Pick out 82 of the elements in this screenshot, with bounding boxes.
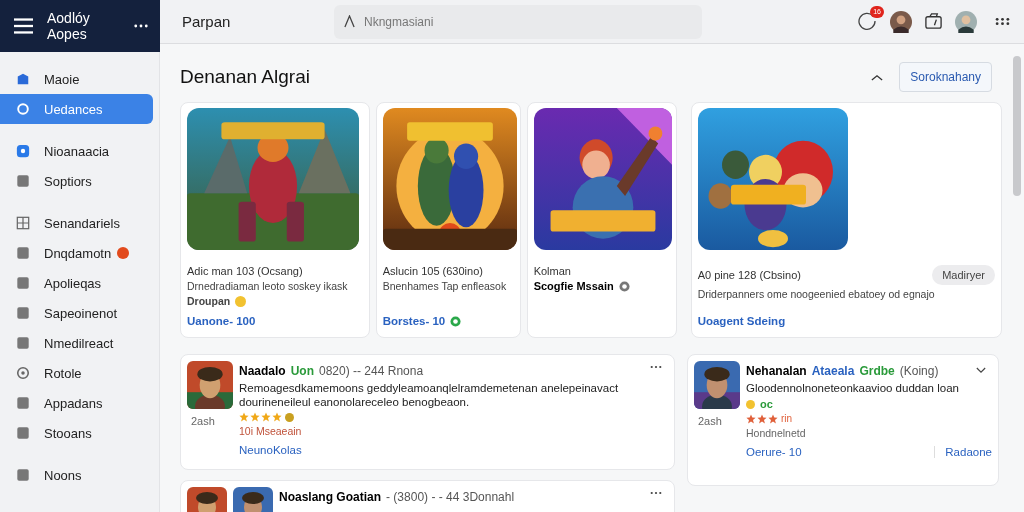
menu-item-icon — [16, 336, 30, 350]
app-title: Adic man 103 (Ocsang) — [187, 265, 303, 277]
review-status: Hondnelnetd — [746, 427, 807, 439]
app-title: Aslucin 105 (630ino) — [382, 265, 483, 277]
more-icon[interactable] — [650, 491, 662, 495]
app-title: A0 pine 128 (Cbsino) — [697, 269, 801, 281]
review-link[interactable]: Oerure- 10 — [746, 446, 802, 458]
app-link[interactable]: Uanone- 100 — [187, 315, 256, 327]
avatar[interactable] — [890, 10, 912, 33]
search-icon — [344, 14, 355, 28]
menu-item-icon — [16, 366, 30, 380]
rating-text: rin — [781, 413, 793, 424]
reviewer-name: Nehanalan — [746, 364, 807, 378]
chevron-down-icon[interactable] — [976, 367, 986, 374]
app-description: Bnenhames Tap enfleasok — [382, 280, 508, 292]
sidebar-item[interactable]: Sapeoinenot — [0, 298, 153, 328]
menu-item-icon — [16, 216, 30, 230]
menu-item-icon — [16, 72, 30, 86]
app-description: Driderpanners ome noogeenied ebatoey od egnajo — [697, 288, 936, 300]
review-text: Gloodennolnoneteonkaavioo duddan loan — [746, 381, 960, 395]
menu-item-icon — [16, 174, 30, 188]
reviewer-tag: Uon — [290, 364, 314, 378]
sidebar-item[interactable]: Dnqdamotn — [0, 238, 153, 268]
sidebar-item[interactable]: Nmedilreact — [0, 328, 153, 358]
app-link[interactable]: Borstes- 10 — [382, 315, 446, 327]
page-title: Parpan — [182, 13, 232, 30]
app-card[interactable]: Adic man 103 (Ocsang) Drnedradiaman leoto soskey ikask Droupan Uanone- 100 — [180, 102, 370, 338]
badge-icon — [450, 315, 462, 327]
review-meta: - (3800) - - 44 3Donnahl — [386, 490, 515, 504]
collapse-icon[interactable] — [871, 73, 884, 81]
review-label: oc — [760, 398, 773, 410]
menu-item-icon — [16, 102, 30, 116]
app-link[interactable]: Uoagent Sdeing — [697, 315, 786, 327]
sidebar-item[interactable]: Nioanaacia — [0, 136, 153, 166]
review-link[interactable]: NeunoKolas — [239, 444, 302, 456]
review-text: Remoagesdkamemoons geddyleamoanqlelramdemetenan anelepeinavact dourineneileul eanonolareceleo benogbeaon. — [239, 381, 620, 409]
apps-icon[interactable] — [995, 17, 1010, 26]
reviewer-name: Noaslang Goatian — [279, 490, 382, 504]
menu-item-icon — [16, 468, 30, 482]
reviewer-tag: Ataeala — [811, 364, 855, 378]
app-card[interactable]: A0 pine 128 (Cbsino) Madiryer Driderpanners ome noogeenied ebatoey od egnajo Uoagent Sdeing — [690, 102, 1002, 338]
sidebar-item[interactable]: Appadans — [0, 388, 153, 418]
menu-icon[interactable] — [14, 18, 33, 34]
sidebar-item[interactable]: Senandariels — [0, 208, 153, 238]
review-count: 2ash — [698, 415, 722, 427]
status-chip[interactable]: Madiryer — [932, 265, 995, 285]
menu-item-icon — [16, 306, 30, 320]
avatar[interactable] — [955, 10, 977, 33]
sidebar-item[interactable]: Soptiors — [0, 166, 153, 196]
app-name: Aopes — [47, 26, 88, 42]
review-meta: 0820) -- 244 Rnona — [319, 364, 424, 378]
reviewer-tag: Grdbe — [859, 364, 895, 378]
section-button[interactable]: Soroknahany — [899, 62, 992, 92]
app-note: Droupan — [187, 295, 231, 307]
app-description: Drnedradiaman leoto soskey ikask — [187, 280, 349, 292]
menu-item-icon — [16, 396, 30, 410]
app-card[interactable]: Kolman Scogfie Mssain — [526, 102, 677, 338]
app-subtitle: Scogfie Mssain — [533, 280, 614, 292]
sidebar-item[interactable]: Stooans — [0, 418, 153, 448]
sidebar-item[interactable]: Apolieqas — [0, 268, 153, 298]
app-card[interactable]: Aslucin 105 (630ino) Bnenhames Tap enfleasok Borstes- 10 — [375, 102, 521, 338]
sidebar-item[interactable]: Rotole — [0, 358, 153, 388]
app-name: Aodlóy — [47, 10, 91, 26]
menu-item-icon — [16, 246, 30, 260]
sidebar-item[interactable]: Uedances — [0, 94, 153, 124]
menu-item-icon — [16, 144, 30, 158]
review-count: 2ash — [191, 415, 215, 427]
review-action[interactable]: Radaone — [934, 446, 992, 458]
section-title: Denanan Algrai — [180, 66, 310, 88]
review-meta: (Koing) — [899, 364, 939, 378]
info-icon — [618, 280, 630, 292]
menu-item-icon — [16, 426, 30, 440]
reviewer-name: Naadalo — [239, 364, 286, 378]
sidebar-item[interactable]: Noons — [0, 460, 153, 490]
menu-item-icon — [16, 276, 30, 290]
note-icon[interactable] — [924, 12, 943, 31]
more-icon[interactable] — [650, 365, 662, 369]
app-title: Kolman — [533, 265, 571, 277]
sidebar-item[interactable]: Maoie — [0, 64, 153, 94]
review-status: 10i Mseaeain — [239, 425, 303, 437]
more-icon[interactable] — [134, 24, 148, 28]
search-field[interactable]: Nkngmasiani — [334, 4, 702, 39]
